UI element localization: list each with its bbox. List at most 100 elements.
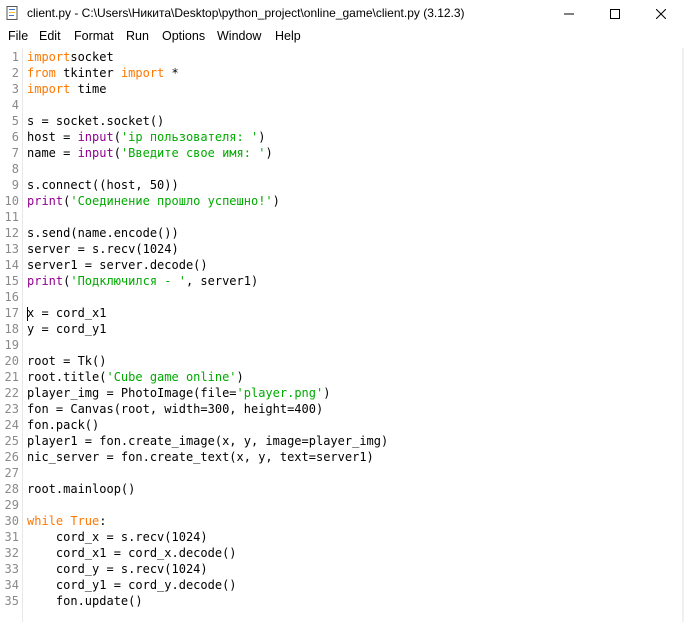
line-number: 21 [4, 370, 19, 384]
code-text: root = Tk() [27, 354, 107, 368]
code-line[interactable]: 26 nic_server = fon.create_text(x, y, tex… [0, 449, 684, 465]
code-text: fon = Canvas(root, width=300, height=400… [27, 402, 324, 416]
code-line[interactable]: 17 x = cord_x1 [0, 305, 684, 321]
code-line[interactable]: 34 cord_y1 = cord_y.decode() [0, 577, 684, 593]
code-line[interactable]: 3 import time [0, 81, 684, 97]
code-text: s.connect((host, 50)) [27, 178, 179, 192]
code-line[interactable]: 7 name = input('Введите свое имя: ') [0, 145, 684, 161]
maximize-button[interactable] [592, 0, 638, 27]
code-text: while True: [27, 514, 107, 528]
code-line[interactable]: 14 server1 = server.decode() [0, 257, 684, 273]
menu-edit[interactable]: Edit [39, 29, 61, 43]
code-line[interactable]: 29 [0, 497, 684, 513]
code-line[interactable]: 8 [0, 161, 684, 177]
line-number: 7 [11, 146, 19, 160]
code-text: root.mainloop() [27, 482, 136, 496]
code-line[interactable]: 28 root.mainloop() [0, 481, 684, 497]
code-text: server1 = server.decode() [27, 258, 208, 272]
menu-help[interactable]: Help [275, 29, 301, 43]
menu-window[interactable]: Window [217, 29, 261, 43]
line-number: 15 [4, 274, 19, 288]
close-icon [656, 8, 666, 19]
code-text: server = s.recv(1024) [27, 242, 179, 256]
code-line[interactable]: 11 [0, 209, 684, 225]
line-number: 19 [4, 338, 19, 352]
code-text: fon.pack() [27, 418, 100, 432]
line-number: 11 [4, 210, 19, 224]
code-line[interactable]: 2 from tkinter import * [0, 65, 684, 81]
line-number: 13 [4, 242, 19, 256]
line-number: 2 [11, 66, 19, 80]
title-bar: client.py - C:\Users\Никита\Desktop\pyth… [0, 0, 684, 27]
menu-file[interactable]: File [8, 29, 28, 43]
code-text: s.send(name.encode()) [27, 226, 179, 240]
line-number: 31 [4, 530, 19, 544]
code-text: cord_x1 = cord_x.decode() [27, 546, 237, 560]
code-line[interactable]: 22 player_img = PhotoImage(file='player.p… [0, 385, 684, 401]
line-number: 25 [4, 434, 19, 448]
line-number: 24 [4, 418, 19, 432]
code-line[interactable]: 1 importsocket [0, 49, 684, 65]
code-line[interactable]: 35 fon.update() [0, 593, 684, 609]
code-line[interactable]: 33 cord_y = s.recv(1024) [0, 561, 684, 577]
close-button[interactable] [638, 0, 684, 27]
code-text: name = input('Введите свое имя: ') [27, 146, 273, 160]
line-number: 33 [4, 562, 19, 576]
code-text: s = socket.socket() [27, 114, 165, 128]
code-text: cord_y = s.recv(1024) [27, 562, 208, 576]
line-number: 30 [4, 514, 19, 528]
code-line[interactable]: 19 [0, 337, 684, 353]
idle-editor-window: client.py - C:\Users\Никита\Desktop\pyth… [0, 0, 684, 622]
code-line[interactable]: 31 cord_x = s.recv(1024) [0, 529, 684, 545]
code-line[interactable]: 5 s = socket.socket() [0, 113, 684, 129]
minimize-icon [564, 13, 574, 14]
code-line[interactable]: 13 server = s.recv(1024) [0, 241, 684, 257]
line-number: 16 [4, 290, 19, 304]
line-number: 12 [4, 226, 19, 240]
code-text: nic_server = fon.create_text(x, y, text=… [27, 450, 374, 464]
code-line[interactable]: 9 s.connect((host, 50)) [0, 177, 684, 193]
line-number: 3 [11, 82, 19, 96]
text-cursor [27, 307, 28, 321]
menu-bar: File Edit Format Run Options Window Help [0, 27, 684, 47]
code-line[interactable]: 23 fon = Canvas(root, width=300, height=4… [0, 401, 684, 417]
line-number: 9 [11, 178, 19, 192]
code-editor[interactable]: 1 importsocket 2 from tkinter import * 3 impo… [0, 48, 684, 622]
code-text: importsocket [27, 50, 114, 64]
minimize-button[interactable] [546, 0, 592, 27]
code-text: player_img = PhotoImage(file='player.png… [27, 386, 331, 400]
code-line[interactable]: 10 print('Соединение прошло успешно!') [0, 193, 684, 209]
line-number: 23 [4, 402, 19, 416]
menu-run[interactable]: Run [126, 29, 149, 43]
code-text: cord_y1 = cord_y.decode() [27, 578, 237, 592]
line-number: 22 [4, 386, 19, 400]
code-line[interactable]: 32 cord_x1 = cord_x.decode() [0, 545, 684, 561]
line-number: 1 [11, 50, 19, 64]
code-text: print('Подключился - ', server1) [27, 274, 259, 288]
code-line[interactable]: 4 [0, 97, 684, 113]
code-text: print('Соединение прошло успешно!') [27, 194, 280, 208]
menu-format[interactable]: Format [74, 29, 114, 43]
code-text: from tkinter import * [27, 66, 179, 80]
line-number: 5 [11, 114, 19, 128]
line-number: 4 [11, 98, 19, 112]
code-line[interactable]: 16 [0, 289, 684, 305]
line-number: 6 [11, 130, 19, 144]
line-number: 17 [4, 306, 19, 320]
code-line[interactable]: 12 s.send(name.encode()) [0, 225, 684, 241]
code-text: cord_x = s.recv(1024) [27, 530, 208, 544]
code-line[interactable]: 24 fon.pack() [0, 417, 684, 433]
code-line[interactable]: 27 [0, 465, 684, 481]
window-title: client.py - C:\Users\Никита\Desktop\pyth… [27, 6, 465, 20]
code-text: x = cord_x1 [27, 306, 107, 320]
code-line[interactable]: 21 root.title('Cube game online') [0, 369, 684, 385]
code-line[interactable]: 20 root = Tk() [0, 353, 684, 369]
line-number: 29 [4, 498, 19, 512]
code-line[interactable]: 30 while True: [0, 513, 684, 529]
code-text: import time [27, 82, 107, 96]
menu-options[interactable]: Options [162, 29, 205, 43]
code-line[interactable]: 25 player1 = fon.create_image(x, y, image… [0, 433, 684, 449]
code-line[interactable]: 18 y = cord_y1 [0, 321, 684, 337]
code-line[interactable]: 6 host = input('ip пользователя: ') [0, 129, 684, 145]
code-line[interactable]: 15 print('Подключился - ', server1) [0, 273, 684, 289]
